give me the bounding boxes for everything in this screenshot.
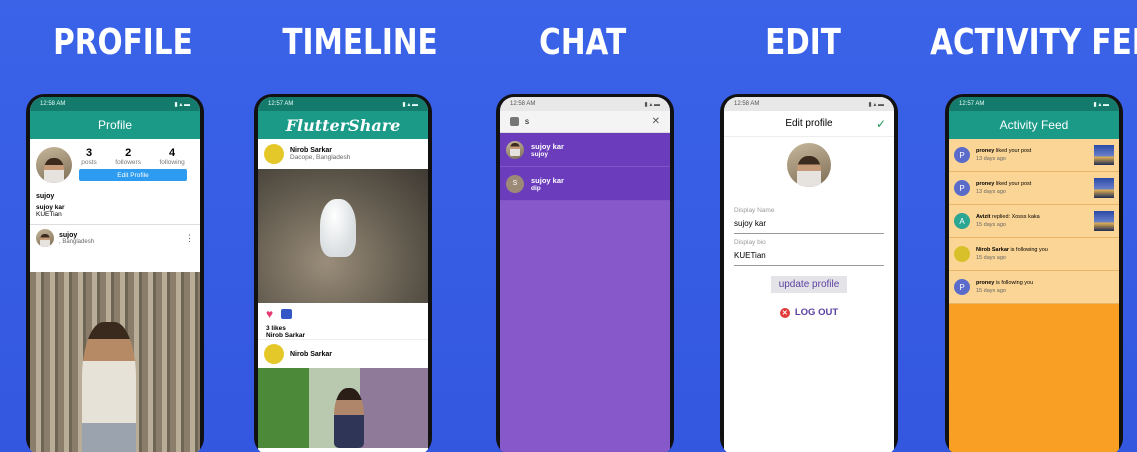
- app-logo-title: FlutterShare: [285, 115, 401, 135]
- post-user[interactable]: Nirob Sarkar: [290, 147, 350, 154]
- heading-profile: PROFILE: [53, 22, 193, 63]
- phone-activity-feed: 12:57 AM ▮ ▴ ▬ Activity Feed P proney lik…: [945, 94, 1123, 452]
- post-user[interactable]: sujoy: [59, 232, 185, 239]
- page-title: Edit profile: [785, 118, 833, 129]
- display-bio-field[interactable]: KUETian: [734, 251, 884, 266]
- avatar: A: [954, 213, 970, 229]
- post-header: sujoy , Bangladesh ⋮: [30, 224, 200, 251]
- avatar: P: [954, 147, 970, 163]
- post-location: , Bangladesh: [59, 238, 95, 245]
- comment-icon[interactable]: [281, 309, 293, 319]
- post-user[interactable]: Nirob Sarkar: [290, 351, 332, 358]
- logout-icon: ✕: [779, 307, 790, 318]
- post-thumbnail[interactable]: [1094, 178, 1114, 198]
- heading-edit: EDIT: [765, 22, 841, 63]
- avatar[interactable]: [36, 229, 54, 247]
- post-image[interactable]: [258, 169, 428, 303]
- post-image[interactable]: [258, 368, 428, 448]
- post-image[interactable]: [30, 272, 200, 452]
- like-heart-icon[interactable]: ♥: [266, 307, 273, 321]
- status-bar: 12:58 AM ▮ ▴ ▬: [724, 97, 894, 111]
- close-icon[interactable]: ✕: [652, 116, 660, 127]
- stat-followers: 2 followers: [115, 147, 141, 166]
- avatar: S: [506, 174, 524, 193]
- more-options-icon[interactable]: ⋮: [185, 233, 194, 244]
- post-thumbnail[interactable]: [1094, 211, 1114, 231]
- heading-activity-feed: ACTIVITY FEED: [930, 22, 1137, 63]
- list-item[interactable]: sujoy kar sujoy: [500, 133, 670, 167]
- profile-bio: KUETian: [36, 211, 62, 218]
- app-bar: Profile: [30, 111, 200, 139]
- list-item[interactable]: P proney liked your post 13 days ago: [949, 172, 1119, 205]
- app-bar: FlutterShare: [258, 111, 428, 139]
- search-input[interactable]: s: [525, 117, 529, 126]
- logout-button[interactable]: ✕ LOG OUT: [724, 307, 894, 318]
- profile-username: sujoy: [36, 193, 55, 200]
- status-bar: 12:57 AM ▮ ▴ ▬: [949, 97, 1119, 111]
- phone-profile: 12:58 AM ▮ ▴ ▬ Profile 3 posts 2 followers …: [26, 94, 204, 452]
- app-bar: Edit profile ✓: [724, 111, 894, 137]
- contacts-icon: [510, 117, 519, 126]
- app-bar: Activity Feed: [949, 111, 1119, 139]
- list-item[interactable]: Nirob Sarkar is following you 15 days ago: [949, 238, 1119, 271]
- status-bar: 12:58 AM ▮ ▴ ▬: [30, 97, 200, 111]
- post-thumbnail[interactable]: [1094, 145, 1114, 165]
- update-profile-button[interactable]: update profile: [770, 276, 848, 293]
- status-bar: 12:57 AM ▮ ▴ ▬: [258, 97, 428, 111]
- post-header: Nirob Sarkar Dacope, Bangladesh: [258, 139, 428, 169]
- avatar[interactable]: [264, 344, 284, 364]
- phone-timeline: 12:57 AM ▮ ▴ ▬ FlutterShare Nirob Sarkar …: [254, 94, 432, 452]
- post-header: Nirob Sarkar: [258, 339, 428, 368]
- page-title: Activity Feed: [999, 118, 1069, 132]
- search-bar[interactable]: s ✕: [500, 111, 670, 133]
- list-item[interactable]: A Avizit replied: Xosss kaka 15 days ago: [949, 205, 1119, 238]
- phone-chat: 12:58 AM ▮ ▴ ▬ s ✕ sujoy kar sujoy S sujoy…: [496, 94, 674, 452]
- caption-user: Nirob Sarkar: [266, 332, 306, 339]
- profile-display-name: sujoy kar: [36, 204, 65, 211]
- display-name-label: Display Name: [734, 207, 775, 214]
- check-icon[interactable]: ✓: [876, 117, 886, 131]
- phone-edit: 12:58 AM ▮ ▴ ▬ Edit profile ✓ Display Nam…: [720, 94, 898, 452]
- list-item[interactable]: P proney is following you 15 days ago: [949, 271, 1119, 304]
- activity-list: P proney liked your post 13 days ago P pr…: [949, 139, 1119, 304]
- heading-timeline: TIMELINE: [282, 22, 438, 63]
- avatar: P: [954, 180, 970, 196]
- avatar[interactable]: [264, 144, 284, 164]
- display-bio-label: Display bio: [734, 239, 766, 246]
- list-item[interactable]: P proney liked your post 13 days ago: [949, 139, 1119, 172]
- edit-profile-button[interactable]: Edit Profile: [79, 169, 187, 181]
- post-location: Dacope, Bangladesh: [290, 154, 351, 161]
- avatar[interactable]: [36, 147, 72, 183]
- avatar[interactable]: [787, 143, 831, 187]
- avatar: [954, 246, 970, 262]
- status-bar: 12:58 AM ▮ ▴ ▬: [500, 97, 670, 111]
- list-item[interactable]: S sujoy kar dip: [500, 167, 670, 201]
- stat-posts: 3 posts: [81, 147, 97, 166]
- avatar: P: [954, 279, 970, 295]
- page-title: Profile: [97, 118, 132, 132]
- display-name-field[interactable]: sujoy kar: [734, 219, 884, 234]
- avatar: [506, 140, 524, 159]
- likes-count: 3 likes: [266, 325, 286, 332]
- heading-chat: CHAT: [539, 22, 627, 63]
- stat-following: 4 following: [159, 147, 185, 166]
